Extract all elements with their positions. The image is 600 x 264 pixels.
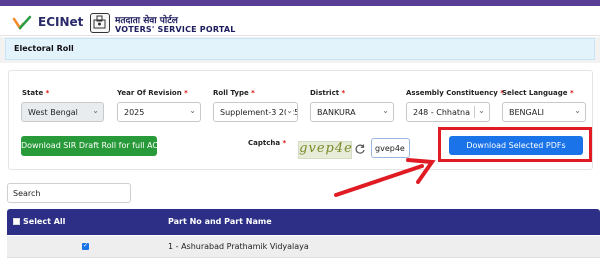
chevron-down-icon: ⌄ bbox=[574, 106, 581, 115]
roll-type-label: Roll Type * bbox=[213, 89, 255, 97]
page-title: Electoral Roll bbox=[14, 44, 74, 53]
voter-portal-icon bbox=[90, 13, 110, 33]
state-select[interactable]: West Bengal ⌄ bbox=[21, 102, 104, 122]
logo-text[interactable]: ECINet bbox=[38, 15, 83, 29]
eci-logo-icon bbox=[12, 15, 32, 31]
year-label: Year Of Revision * bbox=[117, 89, 188, 97]
search-input[interactable]: Search bbox=[7, 183, 131, 203]
chevron-down-icon: ⌄ bbox=[382, 106, 389, 115]
select-separator bbox=[474, 106, 475, 118]
page-title-bar: Electoral Roll bbox=[5, 38, 595, 60]
site-header: ECINet मतदाता सेवा पोर्टल VOTERS' SERVIC… bbox=[0, 6, 600, 36]
arrow-annotation-icon bbox=[334, 158, 436, 197]
state-label: State * bbox=[22, 89, 50, 97]
part-name: 1 - Ashurabad Prathamik Vidyalaya bbox=[168, 242, 309, 251]
download-full-ac-button[interactable]: Download SIR Draft Roll for full AC bbox=[21, 136, 158, 156]
captcha-label: Captcha * bbox=[248, 139, 287, 147]
chevron-down-icon: ⌄ bbox=[189, 106, 196, 115]
checkbox-icon[interactable]: ✓ bbox=[82, 243, 89, 250]
chevron-down-icon: ⌄ bbox=[286, 106, 293, 115]
download-selected-pdfs-button[interactable]: Download Selected PDFs bbox=[449, 136, 583, 155]
language-select[interactable]: BENGALI ⌄ bbox=[502, 102, 586, 122]
language-label: Select Language * bbox=[502, 89, 574, 97]
roll-type-select[interactable]: Supplement-3 2025 ⌄ bbox=[213, 102, 298, 122]
table-header: Select All Part No and Part Name bbox=[7, 209, 600, 235]
assembly-label: Assembly Constituency * bbox=[406, 89, 504, 97]
part-column-header: Part No and Part Name bbox=[168, 217, 272, 226]
table-row[interactable]: ✓ 1 - Ashurabad Prathamik Vidyalaya bbox=[7, 236, 600, 258]
year-select[interactable]: 2025 ⌄ bbox=[117, 102, 201, 122]
chevron-down-icon: ⌄ bbox=[92, 106, 99, 115]
portal-name-english: VOTERS' SERVICE PORTAL bbox=[115, 25, 236, 34]
district-label: District * bbox=[310, 89, 346, 97]
select-all-label: Select All bbox=[23, 217, 66, 226]
assembly-select[interactable]: 248 - Chhatna ⌄ bbox=[406, 102, 490, 122]
chevron-down-icon: ⌄ bbox=[478, 106, 485, 115]
select-all-checkbox[interactable] bbox=[13, 218, 20, 225]
district-select[interactable]: BANKURA ⌄ bbox=[310, 102, 394, 122]
